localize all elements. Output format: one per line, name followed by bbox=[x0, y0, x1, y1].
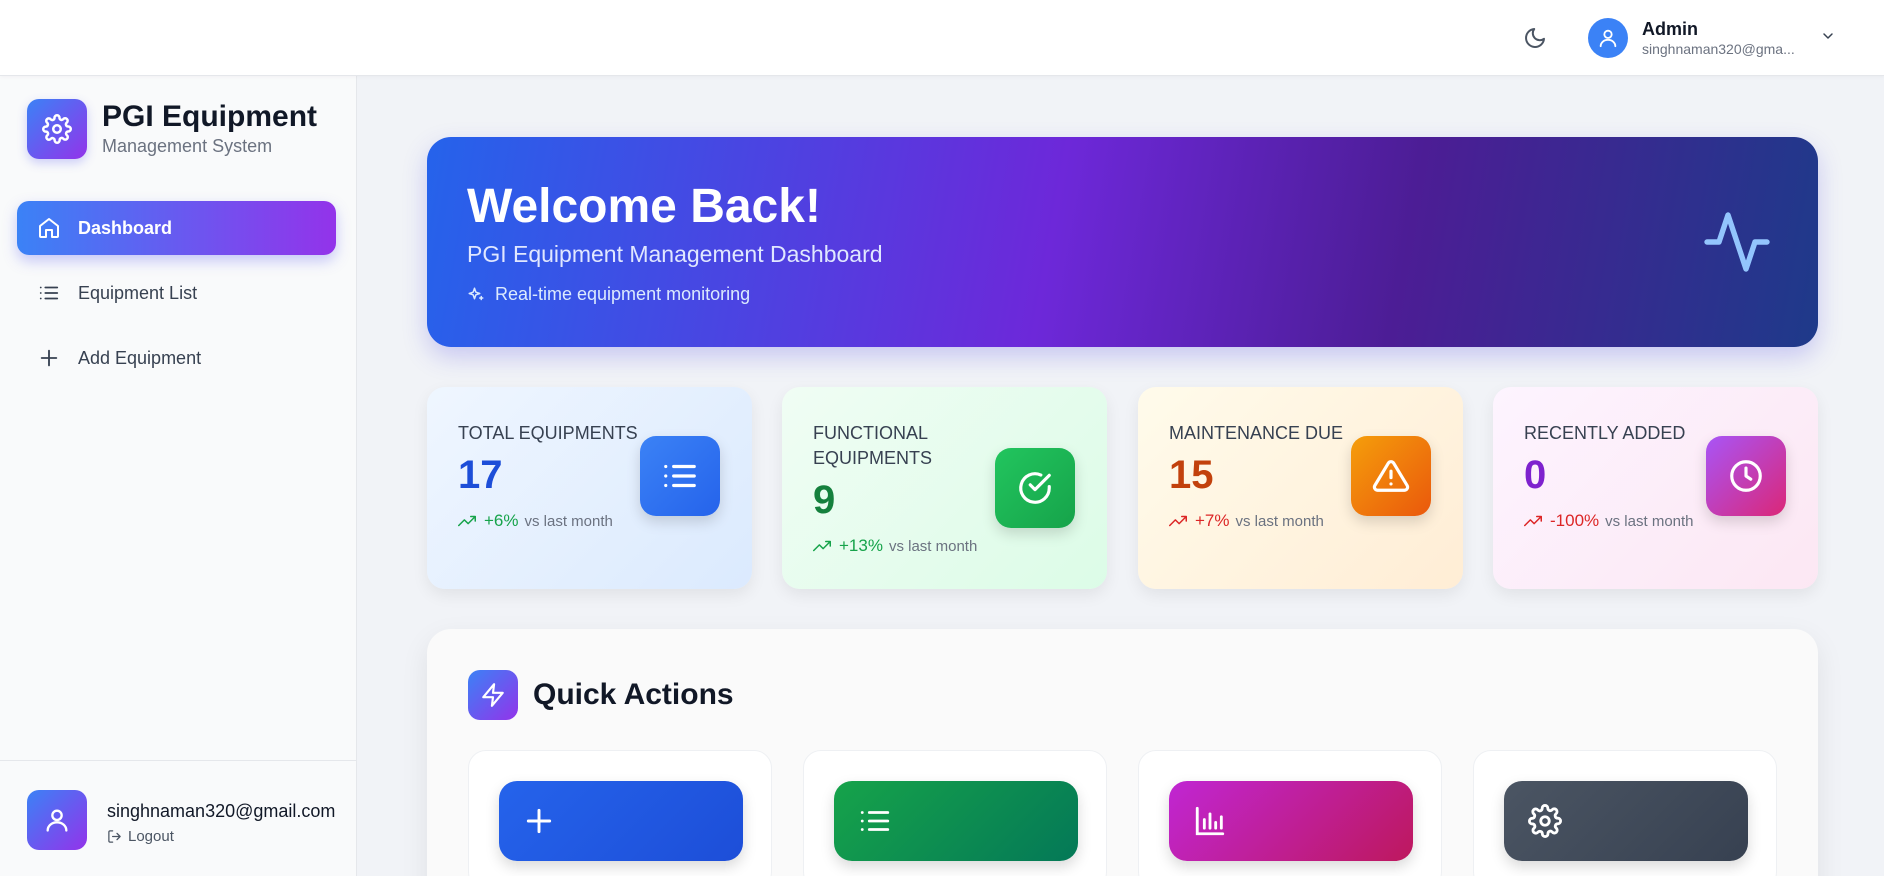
brand: PGI Equipment Management System bbox=[27, 99, 317, 159]
stat-value: 0 bbox=[1524, 453, 1547, 497]
welcome-tag: Real-time equipment monitoring bbox=[467, 284, 750, 305]
sidebar-nav: Dashboard Equipment List Add Equipment bbox=[17, 201, 336, 396]
lightning-icon bbox=[468, 670, 518, 720]
logout-label: Logout bbox=[128, 828, 174, 845]
stat-change: +6% bbox=[484, 511, 519, 530]
stat-trend: +6% vs last month bbox=[458, 511, 613, 531]
stat-card-maintenance[interactable]: MAINTENANCE DUE 15 +7% vs last month bbox=[1138, 387, 1463, 589]
equipment-list-action-button[interactable] bbox=[834, 781, 1078, 861]
warning-icon bbox=[1351, 436, 1431, 516]
brand-title: PGI Equipment bbox=[102, 100, 318, 133]
trending-up-icon bbox=[1169, 515, 1187, 527]
sidebar-item-label: Dashboard bbox=[78, 217, 173, 238]
stat-label: MAINTENANCE DUE bbox=[1169, 423, 1344, 443]
quick-actions-panel: Quick Actions bbox=[427, 629, 1818, 876]
user-menu[interactable]: Admin singhnaman320@gma... bbox=[1588, 14, 1795, 62]
home-icon bbox=[37, 216, 61, 240]
stat-label: TOTAL EQUIPMENTS bbox=[458, 423, 638, 443]
quick-action-card-add bbox=[468, 750, 772, 876]
footer-email: singhnaman320@gmail.com bbox=[107, 801, 336, 821]
stat-card-total[interactable]: TOTAL EQUIPMENTS 17 +6% vs last month bbox=[427, 387, 752, 589]
stat-label: RECENTLY ADDED bbox=[1524, 423, 1686, 443]
sidebar-item-dashboard[interactable]: Dashboard bbox=[17, 201, 336, 255]
check-circle-icon bbox=[995, 448, 1075, 528]
stat-value: 17 bbox=[458, 453, 503, 497]
stat-card-recent[interactable]: RECENTLY ADDED 0 -100% vs last month bbox=[1493, 387, 1818, 589]
top-header: Admin singhnaman320@gma... bbox=[0, 0, 1884, 76]
stat-change-suffix: vs last month bbox=[1605, 512, 1694, 530]
brand-subtitle: Management System bbox=[102, 136, 273, 156]
settings-action-button[interactable] bbox=[1504, 781, 1748, 861]
welcome-title: Welcome Back! bbox=[467, 180, 821, 233]
quick-action-card-settings bbox=[1473, 750, 1777, 876]
stat-trend: +13% vs last month bbox=[813, 536, 977, 556]
activity-icon bbox=[1697, 206, 1777, 283]
trending-up-icon bbox=[458, 515, 476, 527]
theme-toggle-moon-icon[interactable] bbox=[1521, 24, 1549, 52]
plus-icon bbox=[526, 808, 552, 834]
gear-icon bbox=[27, 99, 87, 159]
stat-change-suffix: vs last month bbox=[1235, 512, 1324, 530]
list-icon bbox=[37, 281, 61, 305]
trending-up-icon bbox=[813, 540, 831, 552]
sidebar-item-label: Add Equipment bbox=[78, 347, 202, 368]
bar-chart-icon bbox=[1195, 806, 1225, 836]
stat-change-suffix: vs last month bbox=[888, 537, 978, 555]
logout-button[interactable]: Logout bbox=[107, 828, 174, 845]
stat-value: 9 bbox=[813, 478, 836, 522]
stat-trend: +7% vs last month bbox=[1169, 511, 1324, 531]
sidebar-footer: singhnaman320@gmail.com Logout bbox=[0, 760, 357, 876]
sidebar-item-equipment-list[interactable]: Equipment List bbox=[17, 266, 336, 320]
trending-up-icon bbox=[1524, 515, 1542, 527]
user-email: singhnaman320@gma... bbox=[1642, 41, 1795, 57]
list-icon bbox=[640, 436, 720, 516]
user-icon bbox=[27, 790, 87, 850]
stat-trend: -100% vs last month bbox=[1524, 511, 1694, 531]
quick-actions-title: Quick Actions bbox=[533, 678, 734, 711]
logout-icon bbox=[108, 830, 121, 843]
stat-value: 15 bbox=[1169, 453, 1214, 497]
quick-actions-header: Quick Actions bbox=[468, 670, 734, 720]
sidebar-item-label: Equipment List bbox=[78, 282, 198, 303]
stat-change: +7% bbox=[1195, 511, 1230, 530]
quick-action-card-list bbox=[803, 750, 1107, 876]
reports-action-button[interactable] bbox=[1169, 781, 1413, 861]
sidebar: PGI Equipment Management System Dashboar… bbox=[0, 76, 357, 876]
user-name: Admin bbox=[1642, 19, 1698, 39]
add-equipment-action-button[interactable] bbox=[499, 781, 743, 861]
plus-icon bbox=[37, 346, 61, 370]
quick-action-card-reports bbox=[1138, 750, 1442, 876]
welcome-subtitle: PGI Equipment Management Dashboard bbox=[467, 241, 883, 267]
stat-card-functional[interactable]: FUNCTIONAL EQUIPMENTS 9 +13% vs last mon… bbox=[782, 387, 1107, 589]
stat-label: FUNCTIONAL EQUIPMENTS bbox=[813, 423, 933, 468]
welcome-banner: Welcome Back! PGI Equipment Management D… bbox=[427, 137, 1818, 347]
chevron-down-icon[interactable] bbox=[1818, 26, 1838, 46]
stat-change: +13% bbox=[839, 536, 883, 555]
sidebar-item-add-equipment[interactable]: Add Equipment bbox=[17, 331, 336, 385]
sparkles-icon bbox=[468, 287, 484, 300]
user-avatar-icon bbox=[1588, 18, 1628, 58]
stat-change: -100% bbox=[1550, 511, 1600, 530]
list-icon bbox=[860, 811, 890, 831]
gear-icon bbox=[1528, 804, 1562, 838]
clock-icon bbox=[1706, 436, 1786, 516]
stat-change-suffix: vs last month bbox=[524, 512, 613, 530]
welcome-tag-text: Real-time equipment monitoring bbox=[495, 284, 751, 304]
